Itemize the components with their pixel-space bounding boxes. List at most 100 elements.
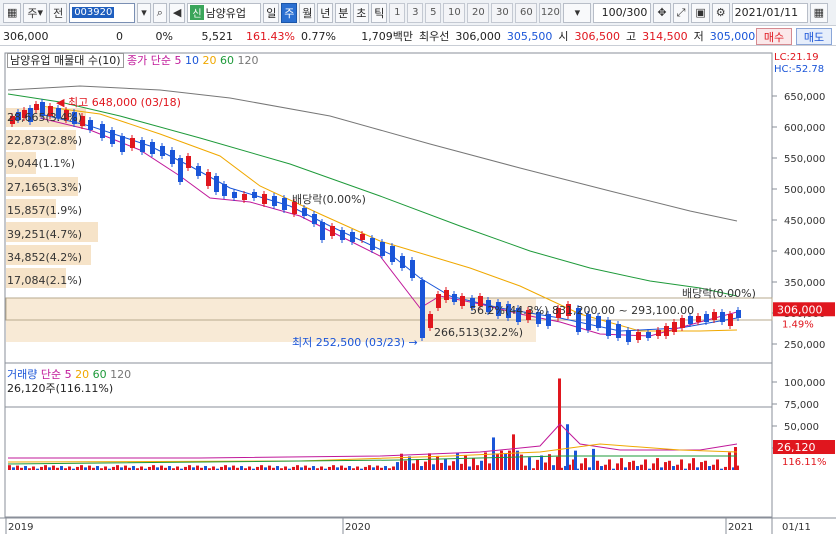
- up-volume-bar: [472, 458, 475, 470]
- up-volume-bar: [488, 463, 491, 470]
- date-field[interactable]: 2021/01/11: [731, 2, 808, 23]
- up-candle: [206, 172, 211, 186]
- ma120-label: 120: [237, 54, 259, 67]
- stock-chart[interactable]: 650,000600,000550,000500,000450,000400,0…: [0, 46, 836, 534]
- period-month[interactable]: 월: [299, 2, 316, 23]
- up-candle: [444, 290, 449, 300]
- price-tick-label: 600,000: [784, 123, 825, 134]
- up-volume-bar: [676, 464, 679, 470]
- search-icon[interactable]: ⌕: [152, 2, 167, 23]
- interval-10[interactable]: 10: [443, 2, 466, 23]
- down-candle: [688, 316, 693, 324]
- down-candle: [232, 192, 237, 198]
- chart-draw-icon[interactable]: ⤢: [672, 2, 690, 23]
- up-candle: [34, 104, 39, 110]
- period-year[interactable]: 년: [317, 2, 334, 23]
- code-dropdown-icon[interactable]: ▾: [137, 2, 151, 23]
- stock-name-box[interactable]: 신 남양유업: [187, 2, 262, 23]
- period-second[interactable]: 초: [353, 2, 370, 23]
- up-volume-bar: [632, 460, 635, 470]
- crosshair-icon[interactable]: ✥: [653, 2, 671, 23]
- down-candle: [100, 124, 105, 138]
- down-volume-bar: [720, 468, 723, 470]
- up-volume-bar: [460, 463, 463, 470]
- down-candle: [596, 316, 601, 328]
- calendar-icon[interactable]: ▦: [809, 2, 829, 23]
- up-volume-bar: [400, 453, 403, 470]
- volume-profile-label: 9,044(1.1%): [7, 157, 75, 170]
- interval-5[interactable]: 5: [425, 2, 442, 23]
- down-volume-bar: [12, 467, 15, 470]
- up-volume-bar: [236, 467, 239, 470]
- period-day[interactable]: 일: [263, 2, 280, 23]
- sell-button[interactable]: 매도: [796, 28, 832, 45]
- ma60-label: 60: [220, 54, 235, 67]
- price-legend: 남양유업 매물대 수(10) 종가 단순 5 10 20 60 120: [7, 52, 259, 68]
- interval-60[interactable]: 60: [515, 2, 538, 23]
- interval-dropdown[interactable]: ▾: [563, 2, 592, 23]
- up-volume-bar: [92, 467, 95, 470]
- speaker-icon[interactable]: ◀: [168, 2, 186, 23]
- up-candle: [330, 226, 335, 236]
- down-candle: [410, 260, 415, 278]
- down-volume-bar: [84, 467, 87, 470]
- chart-toolbar: ▦ 주 ▾ 전 003920 ▾ ⌕ ◀ 신 남양유업 일 주 월 년 분 초 틱…: [0, 0, 836, 26]
- down-volume-bar: [288, 468, 291, 470]
- price-tick-label: 400,000: [784, 247, 825, 258]
- down-volume-bar: [372, 467, 375, 470]
- settings-icon[interactable]: ⚙: [711, 2, 730, 23]
- down-candle: [178, 158, 183, 182]
- up-volume-bar: [368, 465, 371, 470]
- down-candle: [390, 246, 395, 262]
- up-volume-bar: [244, 468, 247, 470]
- up-volume-bar: [160, 465, 163, 470]
- period-minute[interactable]: 분: [335, 2, 352, 23]
- ma20-line: [39, 105, 738, 332]
- down-candle: [196, 166, 201, 176]
- buy-button[interactable]: 매수: [756, 28, 792, 45]
- pre-select[interactable]: 전: [49, 2, 68, 23]
- zoom-field[interactable]: 100/300: [593, 2, 652, 23]
- up-candle: [360, 234, 365, 240]
- up-candle: [242, 194, 247, 200]
- down-volume-bar: [432, 464, 435, 470]
- up-volume-bar: [716, 459, 719, 470]
- up-volume-bar: [536, 459, 539, 470]
- up-volume-bar: [584, 458, 587, 470]
- market-select[interactable]: 주 ▾: [23, 2, 48, 23]
- down-candle: [88, 120, 93, 130]
- up-volume-bar: [340, 465, 343, 470]
- up-volume-bar: [364, 466, 367, 470]
- volume-profile-label: 27,165(3.3%): [7, 181, 82, 194]
- save-icon[interactable]: ▣: [691, 2, 710, 23]
- price-tick-label: 350,000: [784, 278, 825, 289]
- down-volume-bar: [468, 466, 471, 470]
- high-price-note: ◀ 최고 648,000 (03/18): [56, 96, 181, 109]
- down-volume-bar: [264, 467, 267, 470]
- down-candle: [370, 238, 375, 250]
- period-week[interactable]: 주: [281, 2, 298, 23]
- interval-120[interactable]: 120: [539, 2, 562, 23]
- interval-1[interactable]: 1: [389, 2, 406, 23]
- down-candle: [400, 256, 405, 268]
- up-candle: [130, 138, 135, 148]
- current-price-tag-label: 306,000: [777, 303, 823, 316]
- up-volume-bar: [668, 460, 671, 470]
- up-volume-bar: [8, 465, 11, 470]
- down-volume-bar: [336, 467, 339, 470]
- down-volume-bar: [24, 466, 27, 470]
- layout-icon[interactable]: ▦: [3, 2, 22, 23]
- up-volume-bar: [524, 465, 527, 470]
- interval-3[interactable]: 3: [407, 2, 424, 23]
- down-candle: [150, 142, 155, 154]
- interval-20[interactable]: 20: [467, 2, 490, 23]
- stock-code-input[interactable]: 003920: [69, 2, 136, 23]
- up-volume-bar: [512, 434, 515, 470]
- up-volume-bar: [256, 466, 259, 470]
- period-tick[interactable]: 틱: [371, 2, 388, 23]
- up-volume-bar: [640, 464, 643, 470]
- interval-30[interactable]: 30: [491, 2, 514, 23]
- best-price: 306,000: [455, 29, 501, 43]
- indicator-title[interactable]: 남양유업 매물대 수(10): [7, 53, 124, 68]
- volume-profile-label: 17,084(2.1%): [7, 274, 82, 287]
